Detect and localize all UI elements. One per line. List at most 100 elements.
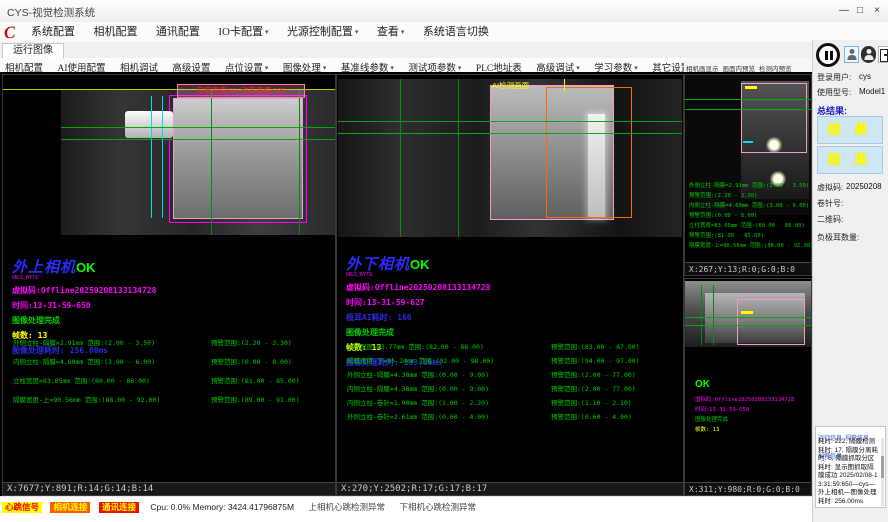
preview-view-top[interactable]: 外侧立柱-隔膜=2.91mm 范围:(2.00 - 3.50) 预警范围:(2.… xyxy=(684,74,812,276)
overlay-green-line xyxy=(685,109,811,110)
user-button[interactable] xyxy=(861,46,876,63)
main-viewport: 灰度亮值:93, 动态亮值:100 外上相机OK MES_BYTE 虚拟码:Of… xyxy=(0,72,812,496)
exit-button[interactable] xyxy=(878,46,888,63)
user-label: 登录用户: xyxy=(817,72,851,83)
minimize-button[interactable]: — xyxy=(836,3,852,18)
virtual-code-label: 虚拟码: xyxy=(817,182,843,193)
overlay-cyan-mark xyxy=(743,141,753,143)
overlay-cyan-line xyxy=(162,96,163,218)
toolbar: 相机配置 AI使用配置 相机调试 高级设置 点位设置▾ 图像处理▾ 基准线参数▾… xyxy=(0,58,684,73)
pause-icon xyxy=(830,51,833,60)
result-badge-lower: 结 果 xyxy=(817,146,883,174)
overlay-green-line xyxy=(685,99,811,100)
stats-log-box[interactable]: 运行信息视觉信息报警信息 耗时: 222, 隔膜检测耗时: 17, 隔膜分离耗时… xyxy=(815,426,886,508)
menu-view[interactable]: 查看▾ xyxy=(377,22,405,42)
exit-door-icon xyxy=(880,49,888,62)
operator-button[interactable] xyxy=(844,46,859,63)
heartbeat-status-badge: 心跳信号 xyxy=(2,502,42,513)
measurement-row: 立柱宽度=83.05mm 范围:(80.00 - 86.00)预警范围:(81.… xyxy=(13,375,150,385)
menu-system-config[interactable]: 系统配置 xyxy=(31,22,75,42)
overlay-green-line xyxy=(701,285,702,345)
needle-number-label: 卷针号: xyxy=(817,198,843,209)
result-ok: OK xyxy=(410,257,430,272)
result-badge-upper: 结 果 xyxy=(817,116,883,144)
overlay-green-line xyxy=(713,285,714,345)
chevron-down-icon: ▾ xyxy=(355,28,359,36)
menu-language-switch[interactable]: 系统语言切换 xyxy=(423,22,489,42)
measurement-row: 外侧立柱-隔膜=2.91mm 范围:(2.00 - 3.50)预警范围:(2.2… xyxy=(13,337,155,347)
virtual-code-value: 20250208 xyxy=(846,182,882,191)
chevron-down-icon: ▾ xyxy=(265,64,269,72)
overlay-pink-rect xyxy=(737,299,805,345)
chevron-down-icon: ▾ xyxy=(265,28,269,36)
overlay-green-line xyxy=(211,90,212,235)
model-label: 使用型号: xyxy=(817,87,851,98)
menu-io-card-config[interactable]: IO卡配置▾ xyxy=(218,22,268,42)
camera-view-upper[interactable]: 灰度亮值:93, 动态亮值:100 外上相机OK MES_BYTE 虚拟码:Of… xyxy=(2,74,336,496)
qrcode-label: 二维码: xyxy=(817,214,843,225)
camera-title: 外上相机 xyxy=(12,259,76,276)
virtual-code: 虚拟码:Offline20250208133134728 xyxy=(12,285,156,296)
title-bar: CYS-视觉检测系统 — □ × xyxy=(0,0,888,23)
tab-run-image[interactable]: 运行图像 xyxy=(2,43,64,59)
app-logo-icon: C xyxy=(3,22,16,43)
preview-view-bottom[interactable]: OK 虚拟码:Offline20250208133134728 时间:13-31… xyxy=(684,278,812,496)
overlay-yellow-mark xyxy=(745,86,757,89)
overlay-green-line xyxy=(685,317,811,318)
cursor-coordinates: X:270;Y:2502;R:17;G:17;B:17 xyxy=(337,482,683,495)
measurement-row: 内侧立柱-隔膜=4.60mm 范围:(3.00 - 6.00)预警范围:(0.0… xyxy=(13,356,155,366)
result-ok: OK xyxy=(76,260,96,275)
overlay-green-line xyxy=(458,79,459,237)
camera-image xyxy=(685,281,811,347)
stats-scrollbar[interactable] xyxy=(881,438,884,506)
window-title: CYS-视觉检测系统 xyxy=(7,5,95,20)
menu-light-config[interactable]: 光源控制配置▾ xyxy=(287,22,359,42)
cursor-coordinates: X:267;Y:13;R:0;G:0;B:0 xyxy=(685,262,811,275)
menu-camera-config[interactable]: 相机配置 xyxy=(93,22,137,42)
preview-tab-strip: 相机画显示画面内预览检测内预览 xyxy=(684,58,812,73)
close-button[interactable]: × xyxy=(869,3,885,18)
pause-button[interactable] xyxy=(816,43,840,67)
overlay-cyan-line xyxy=(151,96,152,218)
exit-arrow-icon xyxy=(884,54,888,56)
camera-connection-badge: 相机连接 xyxy=(50,502,90,513)
camera-view-lower[interactable]: AI检测画面 外下相机OK MES_BYTE 虚拟码:Offline202502… xyxy=(336,74,684,496)
result-ok: OK xyxy=(695,379,710,390)
tab-row: 运行图像 xyxy=(0,42,888,59)
brightness-overlay-label: 灰度亮值:93, 动态亮值:100 xyxy=(177,84,305,98)
preview-result-block: 虚拟码:Offline20250208133134728 时间:13-31-59… xyxy=(695,395,794,435)
overlay-orange-rect xyxy=(546,87,632,218)
chevron-down-icon: ▾ xyxy=(323,64,327,72)
comm-connection-badge: 通讯连接 xyxy=(99,502,139,513)
camera-image: AI检测画面 xyxy=(338,79,682,237)
status-bar: 心跳信号 相机连接 通讯连接 Cpu: 0.0% Memory: 3424.41… xyxy=(0,496,812,511)
measurement-row: 隔膜宽度-下=95.24mm 范围:(92.00 - 98.00)预警范围:(9… xyxy=(347,355,494,365)
measurement-row: 内侧立柱-卷针=1.90mm 范围:(1.00 - 2.20)预警范围:(1.1… xyxy=(347,397,489,407)
overlay-green-line xyxy=(338,121,682,122)
chevron-down-icon: ▾ xyxy=(390,64,394,72)
chevron-down-icon: ▾ xyxy=(634,64,638,72)
process-done: 图像处理完成 xyxy=(12,315,156,326)
menu-bar: C 系统配置 相机配置 通讯配置 IO卡配置▾ 光源控制配置▾ 查看▾ 系统语言… xyxy=(0,22,888,43)
preview-result-block: 外侧立柱-隔膜=2.91mm 范围:(2.00 - 3.50) 预警范围:(2.… xyxy=(689,181,814,251)
chevron-down-icon: ▾ xyxy=(576,64,580,72)
stats-scrollbar-thumb[interactable] xyxy=(881,456,884,478)
model-value: Model1 xyxy=(859,87,885,96)
app-window: CYS-视觉检测系统 — □ × C 系统配置 相机配置 通讯配置 IO卡配置▾… xyxy=(0,0,888,522)
ai-view-label: AI检测画面 xyxy=(492,80,529,91)
connector-part xyxy=(125,111,173,138)
cursor-coordinates: X:311;Y:980;R:0;G:0;B:0 xyxy=(685,482,811,495)
menu-comm-config[interactable]: 通讯配置 xyxy=(156,22,200,42)
right-panel: 登录用户: cys 使用型号: Model1 总结果: 结 果 结 果 虚拟码:… xyxy=(812,40,888,522)
overlay-green-line xyxy=(61,127,335,128)
overlay-green-line xyxy=(61,139,335,140)
person-icon xyxy=(847,47,856,60)
overlay-yellow-tick xyxy=(564,79,565,91)
overlay-yellow-mark xyxy=(741,311,753,314)
maximize-button[interactable]: □ xyxy=(852,3,868,18)
measurement-row: 隔膜宽度-上=90.56mm 范围:(88.00 - 92.00)预警范围:(8… xyxy=(13,394,160,404)
pause-icon xyxy=(825,51,828,60)
stats-log-text: 耗时: 222, 隔膜检测耗时: 17, 隔膜分离耗时: 6, 隔膜抓取分区耗时… xyxy=(818,438,880,506)
user-value: cys xyxy=(859,72,871,81)
process-done: 图像处理完成 xyxy=(346,327,490,338)
